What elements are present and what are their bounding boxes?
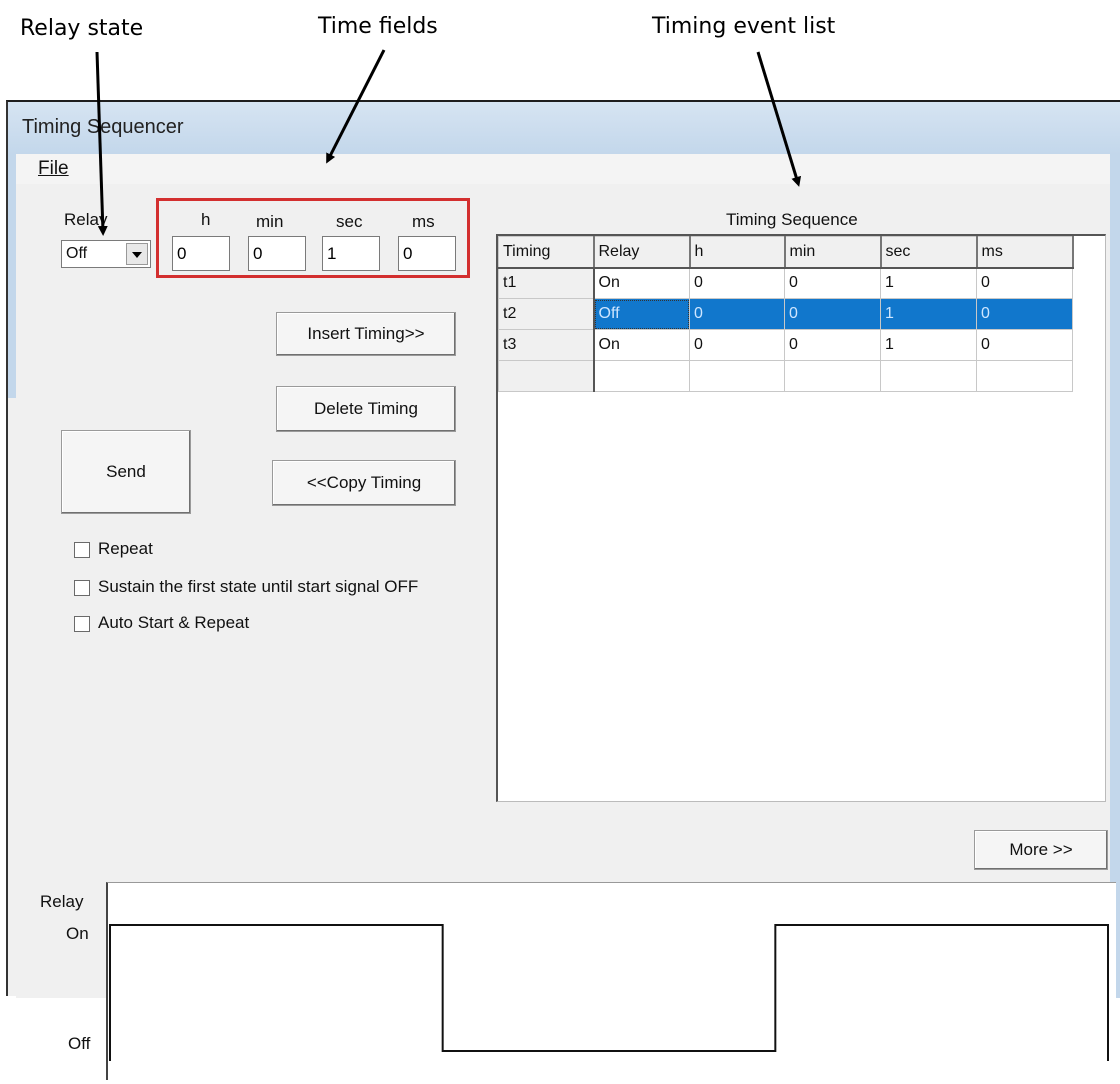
waveform-off-label: Off <box>68 1034 91 1053</box>
callout-arrow-timing-event-list <box>756 51 802 187</box>
callout-arrow-time-fields <box>326 49 386 164</box>
callout-arrow-relay-state <box>95 51 108 236</box>
callout-arrows <box>95 49 802 236</box>
